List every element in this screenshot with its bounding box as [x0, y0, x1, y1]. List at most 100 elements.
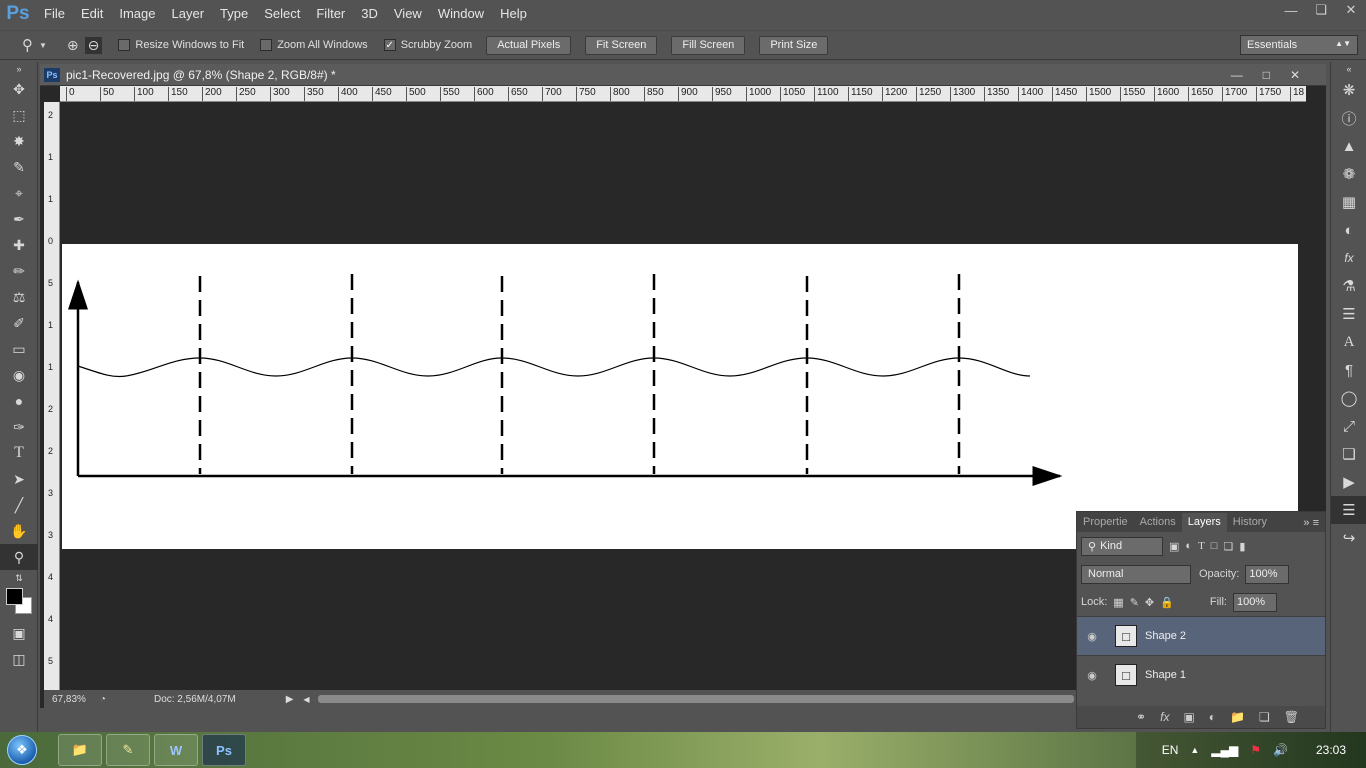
status-menu-arrow-icon[interactable]: ▶ — [286, 694, 294, 705]
character-icon[interactable]: A — [1331, 328, 1366, 356]
workspace-select[interactable]: Essentials ▲▼ — [1240, 35, 1358, 55]
menu-layer[interactable]: Layer — [164, 0, 213, 28]
blend-mode-select[interactable]: Normal — [1081, 564, 1191, 584]
path-selection-tool-icon[interactable]: ➤ — [0, 466, 38, 492]
menu-filter[interactable]: Filter — [308, 0, 353, 28]
layer-row[interactable]: ◉ □ Shape 1 — [1077, 655, 1325, 694]
type-tool-icon[interactable]: T — [0, 440, 38, 466]
brush-presets-icon[interactable]: ❋ — [1331, 76, 1366, 104]
resize-windows-checkbox[interactable]: Resize Windows to Fit — [118, 39, 244, 51]
panel-menu-icon[interactable]: » ≡ — [1297, 517, 1325, 532]
menu-help[interactable]: Help — [492, 0, 535, 28]
clone-stamp-tool-icon[interactable]: ⚖ — [0, 284, 38, 310]
shape-filter-icon[interactable]: □ — [1211, 540, 1218, 552]
brush-icon[interactable]: ⚗ — [1331, 272, 1366, 300]
move-tool-icon[interactable]: ✥ — [0, 76, 38, 102]
show-hidden-icons-icon[interactable]: ▲ — [1190, 745, 1199, 755]
zoom-level[interactable]: 67,83% — [52, 694, 86, 705]
document-image[interactable] — [62, 244, 1298, 549]
tab-actions[interactable]: Actions — [1134, 513, 1182, 532]
eye-icon[interactable]: ◉ — [1077, 669, 1107, 682]
lasso-tool-icon[interactable]: ✸ — [0, 128, 38, 154]
histogram-icon[interactable]: ▲ — [1331, 132, 1366, 160]
dodge-tool-icon[interactable]: ● — [0, 388, 38, 414]
new-layer-icon[interactable]: ❏ — [1259, 710, 1270, 724]
language-indicator[interactable]: EN — [1162, 743, 1179, 757]
fill-input[interactable]: 100% — [1232, 592, 1277, 612]
zoom-tool-icon[interactable]: ⚲ — [22, 36, 33, 54]
zoom-tool-icon[interactable]: ⚲ — [0, 544, 38, 570]
zoom-all-windows-checkbox[interactable]: Zoom All Windows — [260, 39, 368, 51]
collapse-icon[interactable]: « — [1331, 62, 1366, 76]
paths-icon[interactable]: ↪ — [1331, 524, 1366, 552]
photoshop-taskbar-icon[interactable]: Ps — [202, 734, 246, 766]
adjustments-icon[interactable]: ◐ — [1331, 216, 1366, 244]
filter-toggle-icon[interactable]: ▮ — [1239, 540, 1245, 553]
paint-bucket-tool-icon[interactable]: ◉ — [0, 362, 38, 388]
notes-taskbar-icon[interactable]: ✎ — [106, 734, 150, 766]
tab-layers[interactable]: Layers — [1181, 513, 1227, 532]
doc-close-icon[interactable]: ✕ — [1290, 68, 1300, 82]
info-icon[interactable]: ⓘ — [1331, 104, 1366, 132]
zoom-out-icon[interactable]: ⊖ — [84, 36, 103, 54]
kind-filter-select[interactable]: ⚲ Kind — [1081, 536, 1163, 556]
eye-icon[interactable]: ◉ — [1077, 630, 1107, 643]
foreground-color-swatch[interactable] — [6, 588, 23, 605]
adjustment-filter-icon[interactable]: ◐ — [1185, 540, 1192, 552]
tab-properties[interactable]: Propertie — [1077, 513, 1134, 532]
crop-tool-icon[interactable]: ⌖ — [0, 180, 38, 206]
menu-type[interactable]: Type — [212, 0, 256, 28]
word-taskbar-icon[interactable]: W — [154, 734, 198, 766]
menu-edit[interactable]: Edit — [73, 0, 111, 28]
scrubby-zoom-checkbox[interactable]: ✓ Scrubby Zoom — [383, 39, 472, 51]
clock[interactable]: 23:03 — [1316, 743, 1346, 757]
signal-icon[interactable]: ▂▄▆ — [1211, 743, 1238, 757]
screen-mode-icon[interactable]: ◫ — [0, 646, 38, 672]
lock-transparent-icon[interactable]: ▦ — [1113, 596, 1123, 609]
type-filter-icon[interactable]: T — [1198, 540, 1205, 552]
quick-mask-icon[interactable]: ▣ — [0, 620, 38, 646]
fill-screen-button[interactable]: Fill Screen — [671, 35, 746, 55]
transform-icon[interactable]: ⤢ — [1331, 412, 1366, 440]
minimize-icon[interactable]: — — [1276, 0, 1306, 20]
chevron-down-icon[interactable]: ▼ — [39, 41, 47, 50]
horizontal-scrollbar[interactable] — [318, 695, 1074, 703]
checkbox-box[interactable] — [118, 39, 131, 51]
lock-position-icon[interactable]: ✥ — [1145, 596, 1154, 609]
fx-icon[interactable]: fx — [1160, 710, 1169, 724]
lock-pixels-icon[interactable]: ✎ — [1130, 596, 1139, 609]
3d-icon[interactable]: ◯ — [1331, 384, 1366, 412]
status-info-icon[interactable]: ◔ — [100, 694, 106, 705]
mask-icon[interactable]: ▣ — [1183, 710, 1194, 724]
folder-icon[interactable]: 📁 — [1230, 710, 1245, 724]
play-icon[interactable]: ▶ — [1331, 468, 1366, 496]
marquee-tool-icon[interactable]: ⬚ — [0, 102, 38, 128]
sliders-icon[interactable]: ☰ — [1331, 300, 1366, 328]
document-tab[interactable]: Ps pic1-Recovered.jpg @ 67,8% (Shape 2, … — [40, 64, 1326, 86]
eraser-tool-icon[interactable]: ▭ — [0, 336, 38, 362]
pen-tool-icon[interactable]: ✑ — [0, 414, 38, 440]
styles-icon[interactable]: fx — [1331, 244, 1366, 272]
menu-file[interactable]: File — [36, 0, 73, 28]
network-icon[interactable]: ⚑ — [1250, 743, 1261, 757]
volume-icon[interactable]: 🔊 — [1273, 743, 1288, 757]
brush-tool-icon[interactable]: ✏ — [0, 258, 38, 284]
line-tool-icon[interactable]: ╱ — [0, 492, 38, 518]
start-button[interactable]: ❖ — [0, 732, 44, 768]
print-size-button[interactable]: Print Size — [759, 35, 829, 55]
checkmark-icon[interactable]: ✓ — [383, 39, 396, 51]
menu-3d[interactable]: 3D — [353, 0, 386, 28]
swatches-icon[interactable]: ❁ — [1331, 160, 1366, 188]
checkbox-box[interactable] — [260, 39, 273, 51]
layer-row[interactable]: ◉ □ Shape 2 — [1077, 616, 1325, 655]
lock-all-icon[interactable]: 🔒 — [1160, 596, 1174, 609]
layers-icon[interactable]: ☰ — [1331, 496, 1366, 524]
collapse-icon[interactable]: » — [0, 62, 38, 76]
scroll-left-icon[interactable]: ◀ — [303, 695, 309, 704]
tab-history[interactable]: History — [1227, 513, 1273, 532]
paragraph-icon[interactable]: ¶ — [1331, 356, 1366, 384]
hand-tool-icon[interactable]: ✋ — [0, 518, 38, 544]
pixel-filter-icon[interactable]: ▣ — [1169, 540, 1179, 553]
doc-maximize-icon[interactable]: □ — [1263, 68, 1270, 82]
explorer-taskbar-icon[interactable]: 📁 — [58, 734, 102, 766]
